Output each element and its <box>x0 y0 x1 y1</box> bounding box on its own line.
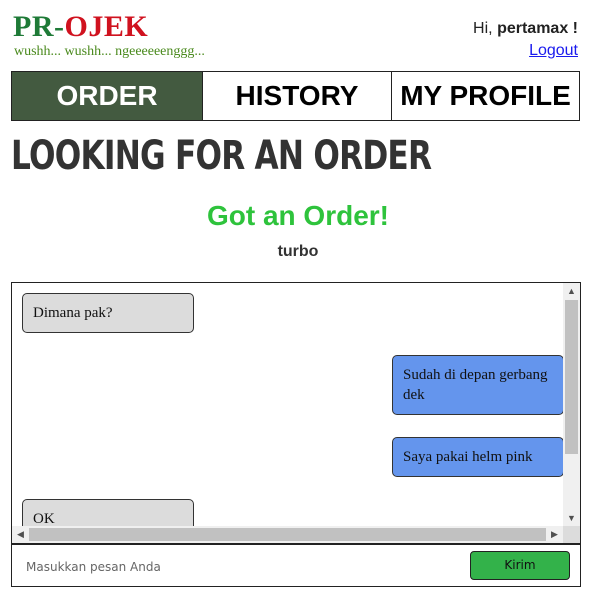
app-tagline: wushh... wushh... ngeeeeeenggg... <box>14 44 205 59</box>
driver-name: turbo <box>277 243 319 260</box>
order-status: Got an Order! <box>206 200 389 231</box>
logo-dash: - <box>54 10 65 43</box>
user-greeting: Hi, pertamax ! <box>473 20 578 38</box>
chat-message-outgoing: Saya pakai helm pink <box>392 437 564 477</box>
tab-order[interactable]: ORDER <box>11 71 202 121</box>
scroll-right-arrow-icon[interactable]: ▶ <box>546 526 563 543</box>
chat-vertical-scrollbar[interactable]: ▲ ▼ <box>563 283 580 527</box>
message-composer: Kirim <box>11 544 581 587</box>
page-title: LOOKING FOR AN ORDER <box>11 133 432 179</box>
app-logo: PR-OJEK <box>13 12 148 42</box>
vertical-scroll-thumb[interactable] <box>565 300 578 454</box>
tab-history[interactable]: HISTORY <box>202 71 391 121</box>
greeting-text: Hi, <box>473 20 493 37</box>
username: pertamax <box>497 20 569 37</box>
tab-my-profile[interactable]: MY PROFILE <box>391 71 580 121</box>
send-button[interactable]: Kirim <box>470 551 570 580</box>
scroll-left-arrow-icon[interactable]: ◀ <box>12 526 29 543</box>
chat-window[interactable]: Dimana pak? Sudah di depan gerbang dek S… <box>11 282 581 544</box>
logo-part-pr: PR <box>13 10 54 43</box>
chat-message-outgoing: Sudah di depan gerbang dek <box>392 355 564 415</box>
scrollbar-corner <box>563 526 580 543</box>
scroll-up-arrow-icon[interactable]: ▲ <box>563 283 580 300</box>
chat-horizontal-scrollbar[interactable]: ◀ ▶ <box>12 526 563 543</box>
logout-link[interactable]: Logout <box>529 42 578 60</box>
message-input[interactable] <box>24 553 448 581</box>
main-nav: ORDER HISTORY MY PROFILE <box>11 71 580 121</box>
horizontal-scroll-thumb[interactable] <box>29 528 546 541</box>
scroll-down-arrow-icon[interactable]: ▼ <box>563 510 580 527</box>
logo-part-ojek: OJEK <box>64 10 149 43</box>
greeting-suffix: ! <box>572 20 578 37</box>
chat-message-incoming: Dimana pak? <box>22 293 194 333</box>
